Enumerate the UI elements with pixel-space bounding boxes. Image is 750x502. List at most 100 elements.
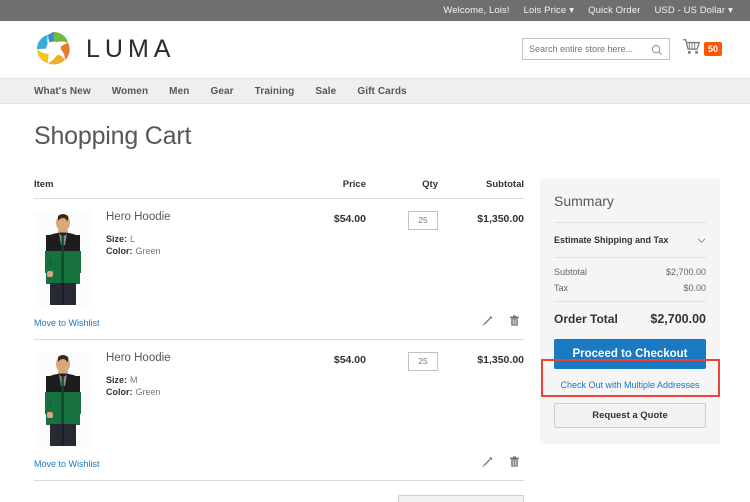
request-a-quote-button[interactable]: Request a Quote	[554, 403, 706, 428]
col-header-price: Price	[294, 179, 366, 199]
luma-logo-icon	[34, 29, 74, 69]
chevron-down-icon: ▾	[569, 5, 574, 16]
cart-table: Item Price Qty Subtotal	[34, 179, 524, 481]
quantity-input[interactable]	[408, 352, 438, 371]
nav-item-whats-new[interactable]: What's New	[34, 86, 91, 97]
search-box[interactable]	[522, 38, 670, 60]
size-label: Size:	[106, 234, 127, 244]
item-price: $54.00	[294, 340, 366, 448]
subtotal-line: Subtotal $2,700.00	[554, 267, 706, 277]
order-total-line: Order Total $2,700.00	[554, 302, 706, 339]
quick-order-link[interactable]: Quick Order	[588, 5, 640, 16]
nav-item-sale[interactable]: Sale	[315, 86, 336, 97]
main-content: Shopping Cart Item Price Qty Subtotal	[0, 104, 750, 502]
cart-footer-actions: Update Shopping Cart	[34, 495, 524, 502]
item-cell: Hero Hoodie Size:M Color:Green	[34, 340, 294, 448]
chevron-down-icon	[697, 231, 706, 249]
header-right-tools: 50	[522, 38, 722, 60]
order-total-value: $2,700.00	[650, 312, 706, 326]
page-root: Welcome, Lois! Lois Price▾ Quick Order U…	[0, 0, 750, 502]
cart-header-row: Item Price Qty Subtotal	[34, 179, 524, 199]
size-value: L	[130, 234, 135, 244]
nav-item-men[interactable]: Men	[169, 86, 189, 97]
product-thumbnail[interactable]	[34, 211, 92, 306]
nav-item-gift-cards[interactable]: Gift Cards	[357, 86, 406, 97]
item-actions-cell: Move to Wishlist	[34, 306, 524, 340]
summary-title: Summary	[554, 193, 706, 209]
delete-icon[interactable]	[509, 455, 520, 473]
col-header-qty: Qty	[366, 179, 438, 199]
size-label: Size:	[106, 375, 127, 385]
search-icon[interactable]	[651, 43, 663, 61]
product-option-color: Color:Green	[106, 246, 171, 256]
row-action-icons	[482, 314, 524, 332]
product-option-size: Size:L	[106, 234, 171, 244]
product-name[interactable]: Hero Hoodie	[106, 211, 171, 223]
product-info: Hero Hoodie Size:L Color:Green	[106, 211, 171, 306]
item-actions-cell: Move to Wishlist	[34, 447, 524, 481]
welcome-message: Welcome, Lois!	[443, 5, 509, 16]
color-value: Green	[136, 387, 161, 397]
update-shopping-cart-button[interactable]: Update Shopping Cart	[398, 495, 524, 502]
cart-table-head: Item Price Qty Subtotal	[34, 179, 524, 199]
product-thumbnail[interactable]	[34, 352, 92, 447]
product-name[interactable]: Hero Hoodie	[106, 352, 171, 364]
site-header: LUMA	[0, 21, 750, 78]
main-navigation: What's New Women Men Gear Training Sale …	[0, 78, 750, 104]
tax-label: Tax	[554, 283, 568, 293]
item-subtotal: $1,350.00	[438, 199, 524, 307]
item-actions-row: Move to Wishlist	[34, 306, 524, 340]
nav-item-gear[interactable]: Gear	[210, 86, 233, 97]
currency-switcher[interactable]: USD - US Dollar▾	[654, 5, 733, 16]
cart-icon[interactable]	[682, 38, 702, 60]
col-header-subtotal: Subtotal	[438, 179, 524, 199]
item-qty-cell	[366, 199, 438, 307]
search-input[interactable]	[529, 44, 649, 54]
logo-text: LUMA	[86, 35, 175, 64]
cart-table-region: Item Price Qty Subtotal	[34, 179, 524, 502]
quantity-input[interactable]	[408, 211, 438, 230]
item-cell: Hero Hoodie Size:L Color:Green	[34, 199, 294, 307]
top-utility-bar: Welcome, Lois! Lois Price▾ Quick Order U…	[0, 0, 750, 21]
tax-line: Tax $0.00	[554, 283, 706, 293]
mini-cart[interactable]: 50	[682, 38, 722, 60]
currency-switcher-label: USD - US Dollar	[654, 5, 725, 16]
item-subtotal: $1,350.00	[438, 340, 524, 448]
tax-value: $0.00	[683, 283, 706, 293]
account-menu[interactable]: Lois Price▾	[524, 5, 575, 16]
order-total-label: Order Total	[554, 312, 618, 326]
color-label: Color:	[106, 387, 133, 397]
multiple-addresses-link[interactable]: Check Out with Multiple Addresses	[554, 380, 706, 390]
product-option-color: Color:Green	[106, 387, 171, 397]
color-label: Color:	[106, 246, 133, 256]
move-to-wishlist-link[interactable]: Move to Wishlist	[34, 318, 100, 328]
page-title: Shopping Cart	[34, 122, 722, 151]
table-row: Hero Hoodie Size:L Color:Green	[34, 199, 524, 307]
subtotal-label: Subtotal	[554, 267, 587, 277]
edit-icon[interactable]	[482, 455, 493, 473]
move-to-wishlist-link[interactable]: Move to Wishlist	[34, 459, 100, 469]
item-price: $54.00	[294, 199, 366, 307]
cart-count-badge: 50	[704, 42, 722, 56]
account-menu-label: Lois Price	[524, 5, 567, 16]
logo[interactable]: LUMA	[34, 29, 175, 69]
nav-item-training[interactable]: Training	[255, 86, 295, 97]
cart-table-body: Hero Hoodie Size:L Color:Green	[34, 199, 524, 481]
product-info: Hero Hoodie Size:M Color:Green	[106, 352, 171, 447]
col-header-item: Item	[34, 179, 294, 199]
chevron-down-icon: ▾	[728, 5, 733, 16]
estimate-shipping-tax-toggle[interactable]: Estimate Shipping and Tax	[554, 222, 706, 258]
item-actions-row: Move to Wishlist	[34, 447, 524, 481]
size-value: M	[130, 375, 138, 385]
table-row: Hero Hoodie Size:M Color:Green	[34, 340, 524, 448]
edit-icon[interactable]	[482, 314, 493, 332]
subtotal-value: $2,700.00	[666, 267, 706, 277]
estimate-shipping-tax-label: Estimate Shipping and Tax	[554, 235, 668, 245]
proceed-to-checkout-button[interactable]: Proceed to Checkout	[554, 339, 706, 369]
product-option-size: Size:M	[106, 375, 171, 385]
delete-icon[interactable]	[509, 314, 520, 332]
nav-item-women[interactable]: Women	[112, 86, 148, 97]
color-value: Green	[136, 246, 161, 256]
cart-layout: Item Price Qty Subtotal	[34, 179, 722, 502]
item-qty-cell	[366, 340, 438, 448]
